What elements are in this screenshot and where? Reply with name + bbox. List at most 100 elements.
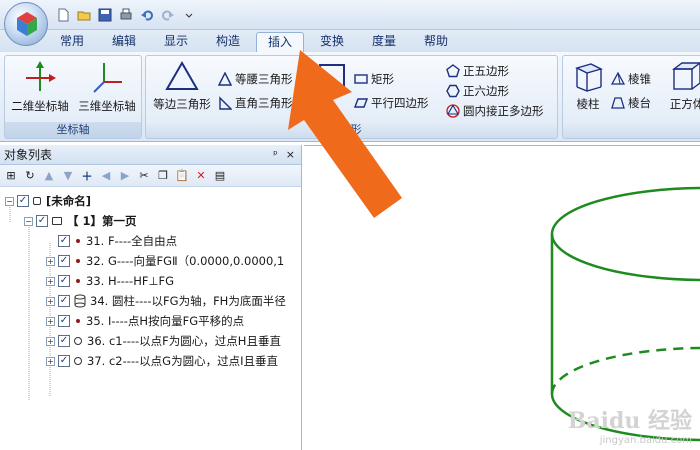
tab-view[interactable]: 显示 bbox=[156, 32, 196, 52]
move-left-icon[interactable]: ◀ bbox=[99, 169, 113, 183]
tree-item[interactable]: ✓ 31. F----全自由点 bbox=[46, 231, 177, 251]
point-icon bbox=[76, 319, 80, 323]
tree-item[interactable]: + ✓ 33. H----HF⊥FG bbox=[46, 271, 174, 291]
equilateral-triangle-button[interactable]: 等边三角形 bbox=[148, 60, 216, 112]
tree-root[interactable]: − ✓ [未命名] bbox=[5, 191, 91, 211]
point-icon bbox=[76, 259, 80, 263]
parallelogram-label: 平行四边形 bbox=[371, 96, 429, 110]
tree-item-label: 35. I----点H按向量FG平移的点 bbox=[86, 314, 245, 328]
copy-icon[interactable]: ❐ bbox=[156, 169, 170, 183]
open-file-button[interactable] bbox=[75, 6, 93, 24]
tree-item[interactable]: + ✓ 34. 圆柱----以FG为轴，FH为底面半径 bbox=[46, 291, 286, 311]
tree-item-label: 36. c1----以点F为圆心，过点H且垂直 bbox=[87, 334, 281, 348]
pentagon-button[interactable]: 正五边形 bbox=[446, 62, 509, 80]
isosceles-triangle-button[interactable]: 等腰三角形 bbox=[218, 70, 293, 88]
3d-axis-icon bbox=[93, 63, 122, 93]
tab-measure[interactable]: 度量 bbox=[364, 32, 404, 52]
tab-edit[interactable]: 编辑 bbox=[104, 32, 144, 52]
expand-icon[interactable]: + bbox=[46, 296, 55, 306]
frustum-label: 棱台 bbox=[628, 96, 651, 110]
square-button[interactable] bbox=[312, 62, 352, 96]
inscribed-polygon-button[interactable]: 圆内接正多边形 bbox=[446, 102, 544, 120]
right-triangle-button[interactable]: 直角三角形 bbox=[218, 94, 293, 112]
watermark-main: Baidu 经验 bbox=[567, 408, 692, 434]
expand-icon[interactable]: + bbox=[46, 356, 55, 366]
tab-common[interactable]: 常用 bbox=[52, 32, 92, 52]
cube-button[interactable]: 正方体 bbox=[665, 60, 700, 112]
item-checkbox[interactable]: ✓ bbox=[58, 355, 70, 367]
menu-tab-bar: 常用 编辑 显示 构造 插入 变换 度量 帮助 bbox=[0, 30, 700, 52]
prism-icon bbox=[575, 63, 603, 92]
2d-axis-button[interactable]: 二维坐标轴 bbox=[7, 60, 73, 114]
undo-button[interactable] bbox=[138, 6, 156, 24]
parallelogram-icon bbox=[354, 98, 368, 108]
cut-icon[interactable]: ✂ bbox=[137, 169, 151, 183]
tab-construct[interactable]: 构造 bbox=[208, 32, 248, 52]
tree-item[interactable]: + ✓ 37. c2----以点G为圆心，过点I且垂直 bbox=[46, 351, 278, 371]
collapse-root-icon[interactable]: − bbox=[5, 196, 14, 206]
parallelogram-button[interactable]: 平行四边形 bbox=[354, 94, 429, 112]
tree-page-label: 【 1】第一页 bbox=[67, 214, 137, 228]
cylinder-icon bbox=[74, 294, 86, 308]
tree-item[interactable]: + ✓ 36. c1----以点F为圆心，过点H且垂直 bbox=[46, 331, 281, 351]
expand-icon[interactable]: + bbox=[46, 256, 55, 266]
object-list-panel: 对象列表 ᵖ × ⊞ ↻ ▲ ▼ ＋ ◀ ▶ ✂ ❐ 📋 ✕ ▤ − ✓ [未命… bbox=[0, 145, 302, 450]
page-checkbox[interactable]: ✓ bbox=[36, 215, 48, 227]
pyramid-button[interactable]: 棱锥 bbox=[611, 70, 651, 88]
item-checkbox[interactable]: ✓ bbox=[58, 335, 70, 347]
frustum-button[interactable]: 棱台 bbox=[611, 94, 651, 112]
watermark-url: jingyan.baidu.com bbox=[599, 435, 692, 446]
item-checkbox[interactable]: ✓ bbox=[58, 315, 70, 327]
customize-toolbar-button[interactable] bbox=[180, 6, 198, 24]
object-tree: − ✓ [未命名] − ✓ 【 1】第一页 ✓ 31. F----全自由点 + … bbox=[0, 187, 301, 449]
rectangle-button[interactable]: 矩形 bbox=[354, 70, 394, 88]
app-menu-button[interactable] bbox=[4, 2, 48, 46]
prism-button[interactable]: 棱柱 bbox=[567, 60, 609, 112]
expand-all-icon[interactable]: ⊞ bbox=[4, 169, 18, 183]
move-down-icon[interactable]: ▼ bbox=[61, 169, 75, 183]
redo-button[interactable] bbox=[159, 6, 177, 24]
drawing-canvas[interactable]: Baidu 经验 jingyan.baidu.com bbox=[304, 145, 700, 450]
shape-group-label: 形 bbox=[350, 123, 362, 136]
tab-help[interactable]: 帮助 bbox=[416, 32, 456, 52]
item-checkbox[interactable]: ✓ bbox=[58, 275, 70, 287]
save-button[interactable] bbox=[96, 6, 114, 24]
paste-icon[interactable]: 📋 bbox=[175, 169, 189, 183]
move-right-icon[interactable]: ▶ bbox=[118, 169, 132, 183]
tree-item[interactable]: + ✓ 35. I----点H按向量FG平移的点 bbox=[46, 311, 244, 331]
expand-icon[interactable]: + bbox=[46, 336, 55, 346]
root-checkbox[interactable]: ✓ bbox=[17, 195, 29, 207]
close-icon[interactable]: × bbox=[286, 148, 295, 161]
right-triangle-icon bbox=[219, 96, 232, 110]
item-checkbox[interactable]: ✓ bbox=[58, 255, 70, 267]
prism-label: 棱柱 bbox=[576, 97, 600, 111]
tree-item[interactable]: + ✓ 32. G----向量FGⅡ（0.0000,0.0000,1 bbox=[46, 251, 284, 271]
isosceles-triangle-icon bbox=[218, 72, 232, 86]
redo-icon bbox=[162, 10, 174, 21]
move-up-icon[interactable]: ▲ bbox=[42, 169, 56, 183]
delete-icon[interactable]: ✕ bbox=[194, 169, 208, 183]
folder-icon bbox=[77, 11, 91, 21]
expand-icon[interactable]: + bbox=[46, 276, 55, 286]
isosceles-triangle-label: 等腰三角形 bbox=[235, 72, 293, 86]
tab-transform[interactable]: 变换 bbox=[312, 32, 352, 52]
equilateral-triangle-icon bbox=[165, 60, 199, 90]
pin-icon[interactable]: ᵖ bbox=[273, 148, 278, 161]
cylinder-bottom-back bbox=[550, 346, 700, 395]
refresh-icon[interactable]: ↻ bbox=[23, 169, 37, 183]
hexagon-button[interactable]: 正六边形 bbox=[446, 82, 509, 100]
2d-axis-label: 二维坐标轴 bbox=[11, 99, 69, 113]
item-checkbox[interactable]: ✓ bbox=[58, 295, 70, 307]
collapse-page-icon[interactable]: − bbox=[24, 216, 33, 226]
expand-icon[interactable]: + bbox=[46, 316, 55, 326]
properties-icon[interactable]: ▤ bbox=[213, 169, 227, 183]
print-button[interactable] bbox=[117, 6, 135, 24]
add-icon[interactable]: ＋ bbox=[80, 169, 94, 183]
3d-axis-button[interactable]: 三维坐标轴 bbox=[73, 60, 141, 114]
tree-item-label: 31. F----全自由点 bbox=[86, 234, 178, 248]
item-checkbox[interactable]: ✓ bbox=[58, 235, 70, 247]
tree-page[interactable]: − ✓ 【 1】第一页 bbox=[24, 211, 137, 231]
object-list-toolbar: ⊞ ↻ ▲ ▼ ＋ ◀ ▶ ✂ ❐ 📋 ✕ ▤ bbox=[0, 165, 301, 187]
new-file-button[interactable] bbox=[54, 6, 72, 24]
tab-insert[interactable]: 插入 bbox=[256, 32, 304, 52]
